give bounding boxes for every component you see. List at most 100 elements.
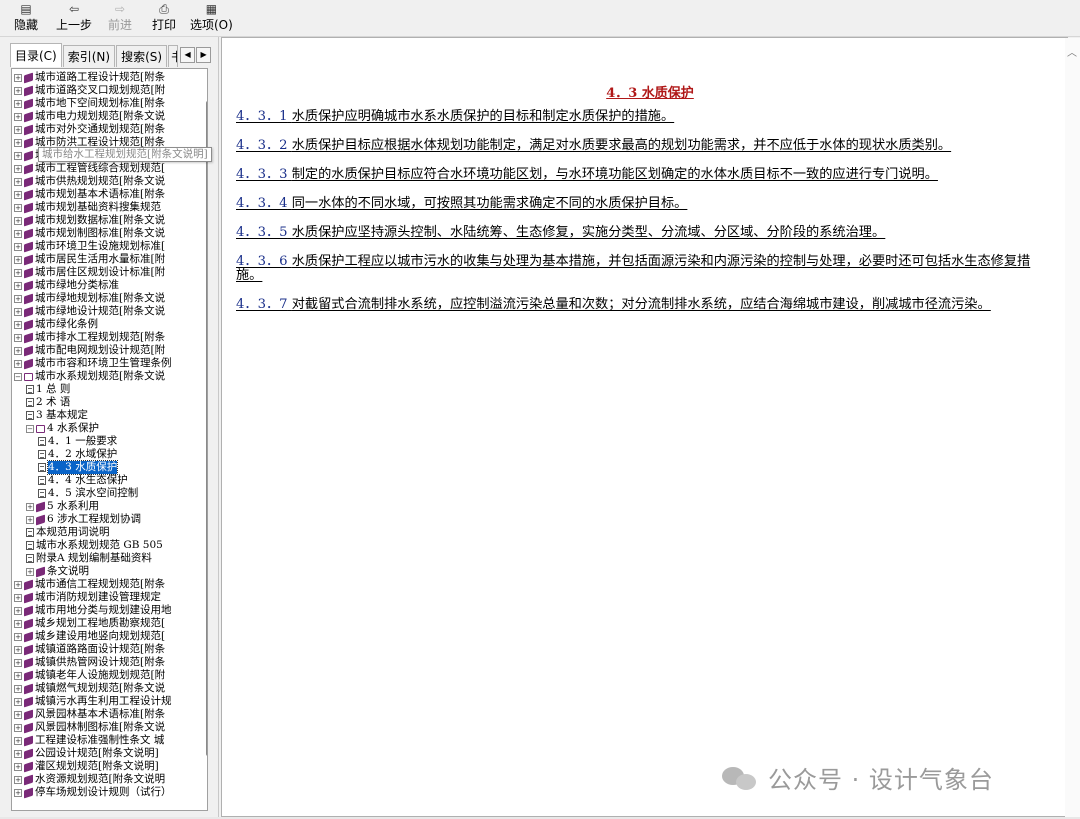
- tree-item[interactable]: 4．1 一般要求: [14, 435, 201, 448]
- expand-icon[interactable]: +: [14, 99, 22, 108]
- tree-item[interactable]: + 城市规划制图标准[附条文说: [14, 227, 201, 240]
- tree-item[interactable]: + 城镇老年人设施规划规范[附: [14, 669, 201, 682]
- expand-icon[interactable]: +: [14, 229, 22, 238]
- tree-item[interactable]: + 公园设计规范[附条文说明]: [14, 747, 201, 760]
- tree-item[interactable]: + 城市排水工程规划规范[附条: [14, 331, 201, 344]
- tree-vertical-scrollbar[interactable]: [206, 101, 207, 756]
- expand-icon[interactable]: +: [14, 281, 22, 290]
- expand-icon[interactable]: +: [14, 762, 22, 771]
- tree-item[interactable]: + 条文说明: [14, 565, 201, 578]
- tree-item[interactable]: + 停车场规划设计规则（试行）: [14, 786, 201, 799]
- tree-item[interactable]: + 城市配电网规划设计规范[附: [14, 344, 201, 357]
- expand-icon[interactable]: +: [14, 307, 22, 316]
- tree-item[interactable]: + 城市绿地设计规范[附条文说: [14, 305, 201, 318]
- tree-item[interactable]: + 城市居民生活用水量标准[附: [14, 253, 201, 266]
- expand-icon[interactable]: +: [14, 333, 22, 342]
- expand-icon[interactable]: +: [14, 294, 22, 303]
- back-button[interactable]: ⇦ 上一步: [56, 2, 92, 36]
- expand-icon[interactable]: +: [14, 151, 22, 160]
- tree-item[interactable]: 城市水系规划规范 GB 505: [14, 539, 201, 552]
- tree-item[interactable]: + 城市规划数据标准[附条文说: [14, 214, 201, 227]
- expand-icon[interactable]: +: [14, 216, 22, 225]
- tree-item[interactable]: − 4 水系保护: [14, 422, 201, 435]
- collapse-icon[interactable]: −: [26, 424, 34, 433]
- tree-item[interactable]: 4．2 水域保护: [14, 448, 201, 461]
- tree-item[interactable]: + 城市绿化条例: [14, 318, 201, 331]
- tree-item[interactable]: + 城镇供热管网设计规范[附条: [14, 656, 201, 669]
- tree-item[interactable]: + 风景园林基本术语标准[附条: [14, 708, 201, 721]
- expand-icon[interactable]: +: [14, 593, 22, 602]
- tree-item[interactable]: + 工程建设标准强制性条文 城: [14, 734, 201, 747]
- expand-icon[interactable]: +: [26, 515, 34, 524]
- tree-item[interactable]: 1 总 则: [14, 383, 201, 396]
- tree-item[interactable]: 本规范用词说明: [14, 526, 201, 539]
- tree-item[interactable]: − 城市水系规划规范[附条文说: [14, 370, 201, 383]
- expand-icon[interactable]: +: [14, 658, 22, 667]
- tree-item[interactable]: + 城市绿地规划标准[附条文说: [14, 292, 201, 305]
- expand-icon[interactable]: +: [14, 775, 22, 784]
- tree-item[interactable]: + 城市工程管线综合规划规范[: [14, 162, 201, 175]
- tree-item[interactable]: + 城市电力规划规范[附条文说: [14, 110, 201, 123]
- print-button[interactable]: ⎙ 打印: [152, 2, 176, 36]
- expand-icon[interactable]: +: [14, 86, 22, 95]
- tree-item[interactable]: 4．5 滨水空间控制: [14, 487, 201, 500]
- expand-icon[interactable]: +: [14, 606, 22, 615]
- tree-item[interactable]: + 城镇道路路面设计规范[附条: [14, 643, 201, 656]
- tree-item[interactable]: + 城乡规划工程地质勘察规范[: [14, 617, 201, 630]
- tree-item[interactable]: + 城市绿地分类标准: [14, 279, 201, 292]
- expand-icon[interactable]: +: [26, 502, 34, 511]
- scroll-up-icon[interactable]: ︿: [1067, 44, 1077, 59]
- tree-item[interactable]: + 城市市容和环境卫生管理条例: [14, 357, 201, 370]
- collapse-icon[interactable]: −: [14, 372, 22, 381]
- tree-item[interactable]: + 城市消防规划建设管理规定: [14, 591, 201, 604]
- hide-button[interactable]: ▤ 隐藏: [14, 2, 38, 36]
- tree-item[interactable]: +5 水系利用: [14, 500, 201, 513]
- tab-search[interactable]: 搜索(S): [116, 45, 168, 67]
- expand-icon[interactable]: +: [14, 73, 22, 82]
- expand-icon[interactable]: +: [14, 697, 22, 706]
- tree-item[interactable]: 4．3 水质保护: [14, 460, 201, 475]
- tree-item[interactable]: + 城镇污水再生利用工程设计规: [14, 695, 201, 708]
- expand-icon[interactable]: +: [14, 320, 22, 329]
- expand-icon[interactable]: +: [26, 567, 34, 576]
- expand-icon[interactable]: +: [14, 359, 22, 368]
- expand-icon[interactable]: +: [14, 749, 22, 758]
- tree-item[interactable]: + 灌区规划规范[附条文说明]: [14, 760, 201, 773]
- tree-item[interactable]: 3 基本规定: [14, 409, 201, 422]
- options-button[interactable]: ▦ 选项(O): [190, 2, 233, 36]
- tab-index[interactable]: 索引(N): [62, 45, 116, 67]
- expand-icon[interactable]: +: [14, 190, 22, 199]
- tree-item[interactable]: + 城市道路交叉口规划规范[附: [14, 84, 201, 97]
- tab-contents[interactable]: 目录(C): [10, 43, 62, 67]
- expand-icon[interactable]: +: [14, 684, 22, 693]
- tab-favorites[interactable]: 书: [168, 45, 179, 67]
- expand-icon[interactable]: +: [14, 723, 22, 732]
- tree-item[interactable]: 附录A 规划编制基础资料: [14, 552, 201, 565]
- expand-icon[interactable]: +: [14, 619, 22, 628]
- expand-icon[interactable]: +: [14, 177, 22, 186]
- expand-icon[interactable]: +: [14, 346, 22, 355]
- tree-item[interactable]: +6 涉水工程规划协调: [14, 513, 201, 526]
- expand-icon[interactable]: +: [14, 736, 22, 745]
- expand-icon[interactable]: +: [14, 112, 22, 121]
- tree-item[interactable]: + 城市道路工程设计规范[附条: [14, 71, 201, 84]
- expand-icon[interactable]: +: [14, 125, 22, 134]
- tree-item[interactable]: + 风景园林制图标准[附条文说: [14, 721, 201, 734]
- forward-button[interactable]: ⇨ 前进: [108, 2, 132, 36]
- expand-icon[interactable]: +: [14, 710, 22, 719]
- tree-item[interactable]: + 城市规划基础资料搜集规范: [14, 201, 201, 214]
- expand-icon[interactable]: +: [14, 255, 22, 264]
- expand-icon[interactable]: +: [14, 138, 22, 147]
- tree-item[interactable]: + 城乡建设用地竖向规划规范[: [14, 630, 201, 643]
- expand-icon[interactable]: +: [14, 788, 22, 797]
- tree-item[interactable]: + 城市对外交通规划规范[附条: [14, 123, 201, 136]
- tree-item[interactable]: 4．4 水生态保护: [14, 474, 201, 487]
- expand-icon[interactable]: +: [14, 268, 22, 277]
- tab-scroll-right-button[interactable]: ▶: [196, 47, 212, 63]
- expand-icon[interactable]: +: [14, 242, 22, 251]
- tree-item[interactable]: + 城市供热规划规范[附条文说: [14, 175, 201, 188]
- tree-item[interactable]: + 城市环境卫生设施规划标准[: [14, 240, 201, 253]
- tree-item[interactable]: + 城市规划基本术语标准[附条: [14, 188, 201, 201]
- expand-icon[interactable]: +: [14, 645, 22, 654]
- tree-item[interactable]: + 城市用地分类与规划建设用地: [14, 604, 201, 617]
